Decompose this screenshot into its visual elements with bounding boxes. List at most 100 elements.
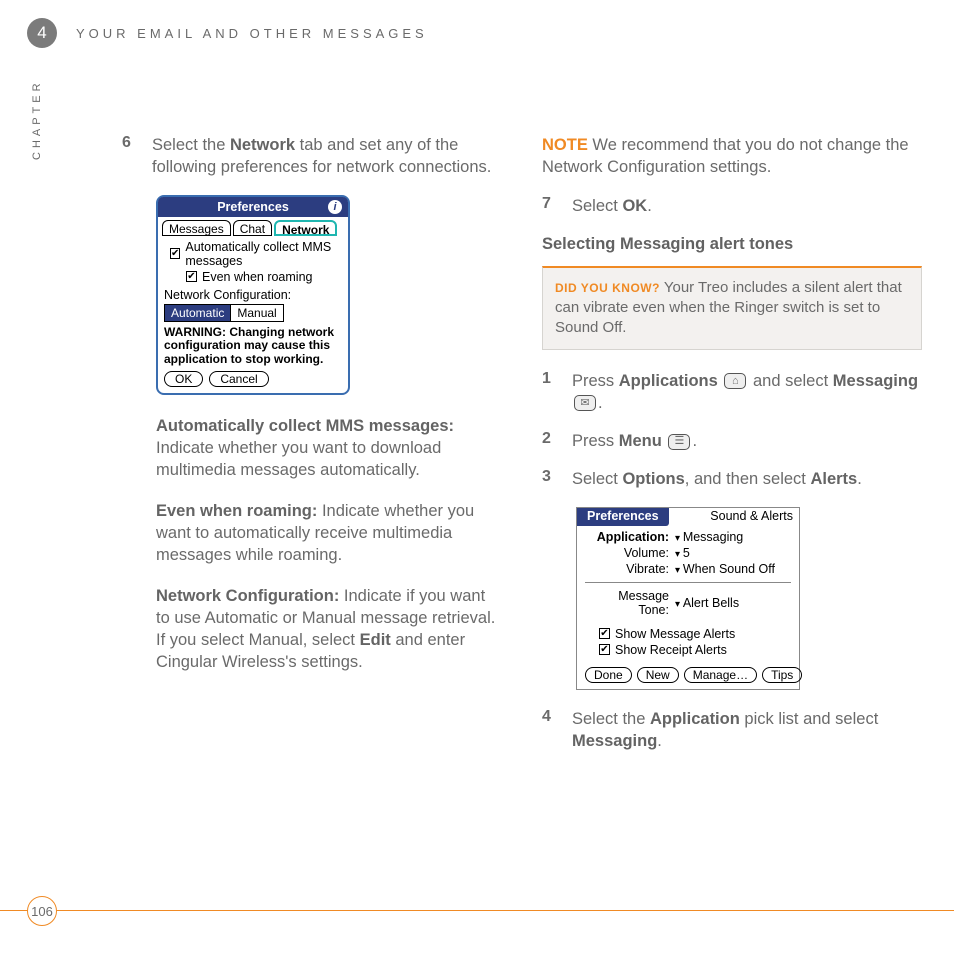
menu-icon: ☰ bbox=[668, 434, 690, 450]
checkbox-show-msg-alerts[interactable]: ✔ Show Message Alerts bbox=[599, 627, 791, 641]
tab-network[interactable]: Network bbox=[274, 220, 337, 236]
bold: Applications bbox=[619, 372, 718, 390]
step-7: 7 Select OK. bbox=[542, 195, 922, 217]
cancel-button[interactable]: Cancel bbox=[209, 371, 268, 387]
checkbox-auto-collect[interactable]: ✔ Automatically collect MMS messages bbox=[170, 240, 342, 268]
step-2: 2 Press Menu ☰. bbox=[542, 430, 922, 452]
text: Select the bbox=[152, 136, 230, 154]
paragraph-roaming: Even when roaming: Indicate whether you … bbox=[156, 500, 502, 567]
step-body: Select OK. bbox=[572, 195, 922, 217]
info-icon[interactable]: i bbox=[328, 200, 342, 214]
tips-button[interactable]: Tips bbox=[762, 667, 802, 683]
option-automatic[interactable]: Automatic bbox=[164, 304, 230, 322]
picklist-value[interactable]: When Sound Off bbox=[675, 562, 775, 576]
note-paragraph: NOTE We recommend that you do not change… bbox=[542, 134, 922, 179]
network-config-label: Network Configuration: bbox=[164, 288, 342, 302]
label: Message Tone: bbox=[585, 589, 675, 617]
text: Press bbox=[572, 372, 619, 390]
bold: Network Configuration: bbox=[156, 587, 339, 605]
label: Vibrate: bbox=[585, 562, 675, 576]
text: Press bbox=[572, 432, 619, 450]
label: Application: bbox=[585, 530, 675, 544]
note-text: We recommend that you do not change the … bbox=[542, 136, 909, 176]
text: pick list and select bbox=[740, 710, 878, 728]
new-button[interactable]: New bbox=[637, 667, 679, 683]
warning-text: WARNING: Changing network configuration … bbox=[164, 326, 342, 367]
paragraph-netconfig: Network Configuration: Indicate if you w… bbox=[156, 585, 502, 674]
left-column: 6 Select the Network tab and set any of … bbox=[122, 134, 502, 768]
text: . bbox=[598, 394, 603, 412]
checkbox-even-roaming[interactable]: ✔ Even when roaming bbox=[186, 270, 342, 284]
screenshot-network-prefs: Preferences i Messages Chat Network ✔ Au… bbox=[156, 195, 350, 395]
bold: Messaging bbox=[572, 732, 657, 750]
palm-titlebar: Preferences i bbox=[158, 197, 348, 217]
step-number: 4 bbox=[542, 708, 562, 753]
bold: Menu bbox=[619, 432, 662, 450]
step-body: Select Options, and then select Alerts. bbox=[572, 468, 922, 490]
step-3: 3 Select Options, and then select Alerts… bbox=[542, 468, 922, 490]
row-volume[interactable]: Volume: 5 bbox=[585, 546, 791, 560]
option-manual[interactable]: Manual bbox=[230, 304, 283, 322]
picklist-value[interactable]: Alert Bells bbox=[675, 596, 739, 610]
page-number: 106 bbox=[27, 896, 57, 926]
bold: Alerts bbox=[810, 470, 857, 488]
picklist-value[interactable]: 5 bbox=[675, 546, 690, 560]
ok-button[interactable]: OK bbox=[164, 371, 203, 387]
checkbox-label: Show Receipt Alerts bbox=[615, 643, 727, 657]
step-number: 2 bbox=[542, 430, 562, 452]
step-body: Press Applications ⌂ and select Messagin… bbox=[572, 370, 922, 415]
messaging-icon: ✉ bbox=[574, 395, 596, 411]
tab-messages[interactable]: Messages bbox=[162, 220, 231, 236]
text: . bbox=[657, 732, 662, 750]
separator bbox=[585, 582, 791, 583]
text: Select bbox=[572, 197, 622, 215]
chapter-number-badge: 4 bbox=[27, 18, 57, 48]
screenshot-sound-alerts: Preferences Sound & Alerts Application: … bbox=[576, 507, 800, 690]
bold: Options bbox=[622, 470, 684, 488]
step-number: 7 bbox=[542, 195, 562, 217]
text: . bbox=[692, 432, 697, 450]
step-number: 1 bbox=[542, 370, 562, 415]
checkmark-icon: ✔ bbox=[599, 644, 610, 655]
text: . bbox=[647, 197, 652, 215]
segmented-network-config[interactable]: Automatic Manual bbox=[164, 304, 342, 322]
row-application[interactable]: Application: Messaging bbox=[585, 530, 791, 544]
checkbox-show-receipt-alerts[interactable]: ✔ Show Receipt Alerts bbox=[599, 643, 791, 657]
footer-rule bbox=[0, 910, 954, 911]
row-vibrate[interactable]: Vibrate: When Sound Off bbox=[585, 562, 791, 576]
checkbox-label: Automatically collect MMS messages bbox=[185, 240, 342, 268]
step-6: 6 Select the Network tab and set any of … bbox=[122, 134, 502, 179]
step-4: 4 Select the Application pick list and s… bbox=[542, 708, 922, 753]
row-message-tone[interactable]: Message Tone: Alert Bells bbox=[585, 589, 791, 617]
text: Select bbox=[572, 470, 622, 488]
palm-title-right: Sound & Alerts bbox=[669, 508, 799, 526]
text: Indicate whether you want to download mu… bbox=[156, 439, 441, 479]
did-you-know-box: DID YOU KNOW? Your Treo includes a silen… bbox=[542, 266, 922, 350]
paragraph-auto-collect: Automatically collect MMS messages: Indi… bbox=[156, 415, 502, 482]
right-column: NOTE We recommend that you do not change… bbox=[542, 134, 922, 768]
checkmark-icon: ✔ bbox=[186, 271, 197, 282]
did-you-know-label: DID YOU KNOW? bbox=[555, 281, 660, 295]
palm-title-left: Preferences bbox=[577, 508, 669, 526]
manage-button[interactable]: Manage… bbox=[684, 667, 757, 683]
step-body: Select the Application pick list and sel… bbox=[572, 708, 922, 753]
bold: Application bbox=[650, 710, 740, 728]
bold: Even when roaming: bbox=[156, 502, 317, 520]
bold: Network bbox=[230, 136, 295, 154]
bold: Edit bbox=[360, 631, 391, 649]
step-body: Select the Network tab and set any of th… bbox=[152, 134, 502, 179]
home-icon: ⌂ bbox=[724, 373, 746, 389]
note-label: NOTE bbox=[542, 136, 588, 154]
bold: OK bbox=[622, 197, 647, 215]
checkmark-icon: ✔ bbox=[170, 248, 180, 259]
text: and select bbox=[753, 372, 833, 390]
tab-chat[interactable]: Chat bbox=[233, 220, 272, 236]
text: Select the bbox=[572, 710, 650, 728]
label: Volume: bbox=[585, 546, 675, 560]
palm-title: Preferences bbox=[217, 200, 289, 214]
text: . bbox=[857, 470, 862, 488]
step-number: 6 bbox=[122, 134, 142, 179]
done-button[interactable]: Done bbox=[585, 667, 632, 683]
picklist-value[interactable]: Messaging bbox=[675, 530, 743, 544]
checkbox-label: Show Message Alerts bbox=[615, 627, 735, 641]
